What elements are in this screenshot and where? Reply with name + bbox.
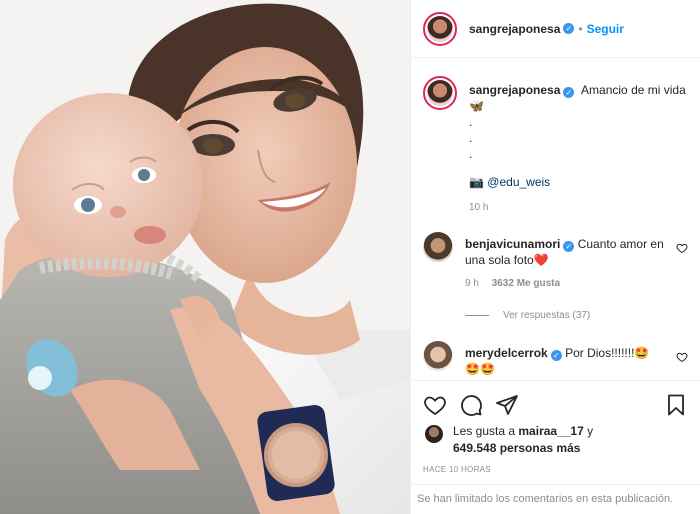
liker-username[interactable]: mairaa__17 <box>518 424 583 438</box>
verified-icon: ✓ <box>550 350 562 361</box>
bookmark-icon[interactable] <box>664 393 688 417</box>
post-dialog: sangrejaponesa ✓ • Seguir sangrejaponesa… <box>0 0 700 514</box>
comment-emoji: 🤩 <box>634 346 650 360</box>
caption-time[interactable]: 10 h <box>469 200 686 216</box>
mother-and-baby-photo <box>0 0 410 514</box>
caption-dot: . <box>469 131 473 145</box>
likes-joiner: y <box>587 424 594 438</box>
post-sidebar: sangrejaponesa ✓ • Seguir sangrejaponesa… <box>410 0 700 514</box>
post-photo[interactable] <box>0 0 410 514</box>
comment-avatar[interactable] <box>423 232 453 262</box>
replies-line <box>465 315 489 316</box>
comment-meta: 9 h 3632 Me gusta <box>465 276 668 292</box>
action-icons <box>411 381 700 419</box>
post-timestamp[interactable]: HACE 10 HORAS <box>411 457 700 474</box>
comment-text: Por Dios!!!!!!! <box>565 346 635 360</box>
caption-dot: . <box>469 147 473 161</box>
comment-avatar[interactable] <box>423 341 453 371</box>
comment-username[interactable]: merydelcerrok <box>465 346 548 360</box>
post-actions: Les gusta a mairaa__17 y 649.548 persona… <box>411 380 700 514</box>
share-icon[interactable] <box>495 393 519 417</box>
verified-icon: ✓ <box>563 87 575 98</box>
comment-icon[interactable] <box>459 393 483 417</box>
comment-body: benjavicunamori ✓ Cuanto amor en una sola… <box>465 232 668 292</box>
caption-emoji: 🦋 <box>469 99 484 113</box>
author-username[interactable]: sangrejaponesa <box>469 22 560 36</box>
comment-body: merydelcerrok ✓ Por Dios!!!!!!!🤩 🤩🤩 <box>465 341 668 377</box>
comment: benjavicunamori ✓ Cuanto amor en una sola… <box>411 216 700 292</box>
comment-time[interactable]: 9 h <box>465 278 479 289</box>
likes-prefix: Les gusta a <box>453 424 516 438</box>
heart-icon[interactable] <box>676 351 688 363</box>
view-replies-button[interactable]: Ver respuestas (37) <box>411 310 700 321</box>
heart-icon[interactable] <box>676 242 688 254</box>
caption: sangrejaponesa ✓ Amancio de mi vida 🦋 . .… <box>411 58 700 216</box>
follow-button[interactable]: Seguir <box>587 22 624 36</box>
verified-icon: ✓ <box>563 241 575 252</box>
heart-icon[interactable] <box>423 393 447 417</box>
likes-text: Les gusta a mairaa__17 y 649.548 persona… <box>453 423 593 457</box>
likes-summary: Les gusta a mairaa__17 y 649.548 persona… <box>411 419 700 457</box>
comment: merydelcerrok ✓ Por Dios!!!!!!!🤩 🤩🤩 <box>411 321 700 377</box>
author-avatar[interactable] <box>423 11 457 46</box>
post-header: sangrejaponesa ✓ • Seguir <box>411 0 700 58</box>
caption-avatar[interactable] <box>423 76 457 110</box>
comment-likes[interactable]: 3632 Me gusta <box>492 278 560 289</box>
comment-username[interactable]: benjavicunamori <box>465 237 560 251</box>
likes-count[interactable]: 649.548 personas más <box>453 441 580 455</box>
verified-icon: ✓ <box>563 23 575 34</box>
liker-avatar[interactable] <box>425 425 443 443</box>
caption-username[interactable]: sangrejaponesa <box>469 83 560 97</box>
caption-text: Amancio de mi vida <box>581 83 686 97</box>
caption-body: sangrejaponesa ✓ Amancio de mi vida 🦋 . .… <box>469 76 686 216</box>
credit-mention-link[interactable]: @edu_weis <box>487 175 550 189</box>
replies-label: Ver respuestas (37) <box>503 310 591 321</box>
camera-icon: 📷 <box>469 175 484 189</box>
comment-emoji: ❤️ <box>533 253 549 267</box>
photo-credit: 📷 @edu_weis <box>469 174 686 190</box>
comments-scroll-area[interactable]: sangrejaponesa ✓ Amancio de mi vida 🦋 . .… <box>411 58 700 380</box>
comment-emoji-line: 🤩🤩 <box>465 362 495 376</box>
separator-dot: • <box>578 21 583 36</box>
comments-limited-notice: Se han limitado los comentarios en esta … <box>411 484 700 514</box>
caption-dot: . <box>469 115 473 129</box>
